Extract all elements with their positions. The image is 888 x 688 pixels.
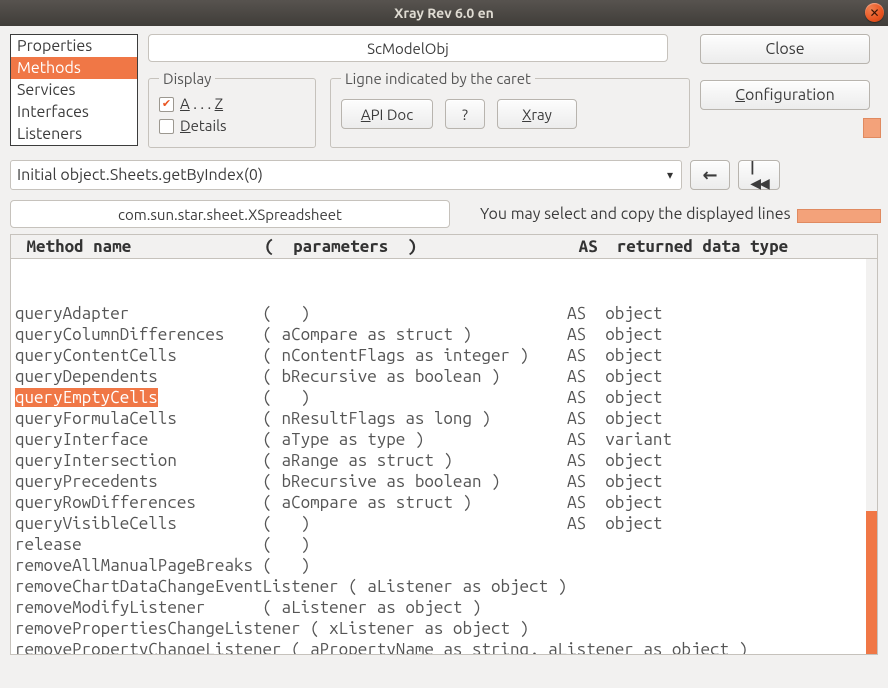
interface-field[interactable]: com.sun.star.sheet.XSpreadsheet [10,200,450,228]
category-listbox[interactable]: PropertiesMethodsServicesInterfacesListe… [10,34,138,146]
az-checkbox[interactable] [159,97,174,112]
methods-list[interactable]: queryAdapter ( ) AS objectqueryColumnDif… [10,259,878,655]
rewind-button[interactable]: |◀◀ [738,160,780,190]
list-item[interactable]: queryEmptyCells ( ) AS object [15,387,877,408]
configuration-button[interactable]: Configuration [700,80,870,110]
list-item[interactable]: removeModifyListener ( aListener as obje… [15,597,877,618]
details-label: Details [180,115,227,137]
object-name-field[interactable]: ScModelObj [148,34,668,62]
window-title: Xray Rev 6.0 en [394,5,494,21]
list-item[interactable]: queryPrecedents ( bRecursive as boolean … [15,471,877,492]
sidebar-item-services[interactable]: Services [11,79,137,101]
sidebar-item-methods[interactable]: Methods [11,57,137,79]
caret-legend: Ligne indicated by the caret [341,70,535,87]
az-label: A . . . Z [180,93,223,115]
list-item[interactable]: queryFormulaCells ( nResultFlags as long… [15,408,877,429]
help-button[interactable]: ? [445,99,485,129]
back-button[interactable]: ← [690,160,730,190]
object-name-text: ScModelObj [367,40,449,57]
list-item[interactable]: queryRowDifferences ( aCompare as struct… [15,492,877,513]
interface-text: com.sun.star.sheet.XSpreadsheet [118,206,342,223]
close-button[interactable]: Close [700,34,870,64]
display-group: Display A . . . Z Details [148,70,316,148]
list-item[interactable]: queryInterface ( aType as type ) AS vari… [15,429,877,450]
window-close-icon[interactable]: ✕ [865,3,884,22]
chevron-down-icon: ▾ [667,168,673,182]
details-checkbox[interactable] [159,119,174,134]
list-item[interactable]: queryColumnDifferences ( aCompare as str… [15,324,877,345]
progress-bar-wide [797,209,881,223]
list-item[interactable]: release ( ) [15,534,877,555]
display-legend: Display [159,70,215,87]
api-doc-button[interactable]: API Doc [341,99,433,129]
list-item[interactable]: removeAllManualPageBreaks ( ) [15,555,877,576]
list-item[interactable]: queryAdapter ( ) AS object [15,303,877,324]
progress-bar-small [863,118,881,138]
list-item[interactable]: queryContentCells ( nContentFlags as int… [15,345,877,366]
sidebar-item-interfaces[interactable]: Interfaces [11,101,137,123]
caret-group: Ligne indicated by the caret API Doc ? X… [330,70,690,148]
scrollbar[interactable] [866,259,877,654]
sidebar-item-properties[interactable]: Properties [11,35,137,57]
list-item[interactable]: removeChartDataChangeEventListener ( aLi… [15,576,877,597]
methods-header: Method name ( parameters ) AS returned d… [10,234,878,259]
sidebar-item-listeners[interactable]: Listeners [11,123,137,145]
xray-button[interactable]: Xray [497,99,577,129]
window-titlebar: Xray Rev 6.0 en ✕ [0,0,888,26]
list-item[interactable]: queryDependents ( bRecursive as boolean … [15,366,877,387]
scrollbar-thumb[interactable] [866,511,877,655]
hint-text: You may select and copy the displayed li… [480,205,791,223]
list-item[interactable]: queryIntersection ( aRange as struct ) A… [15,450,877,471]
list-item[interactable]: removePropertiesChangeListener ( xListen… [15,618,877,639]
list-item[interactable]: removePropertyChangeListener ( aProperty… [15,639,877,655]
object-path-combo[interactable]: Initial object.Sheets.getByIndex(0) ▾ [10,160,682,190]
list-item[interactable]: queryVisibleCells ( ) AS object [15,513,877,534]
object-path-text: Initial object.Sheets.getByIndex(0) [17,166,263,184]
